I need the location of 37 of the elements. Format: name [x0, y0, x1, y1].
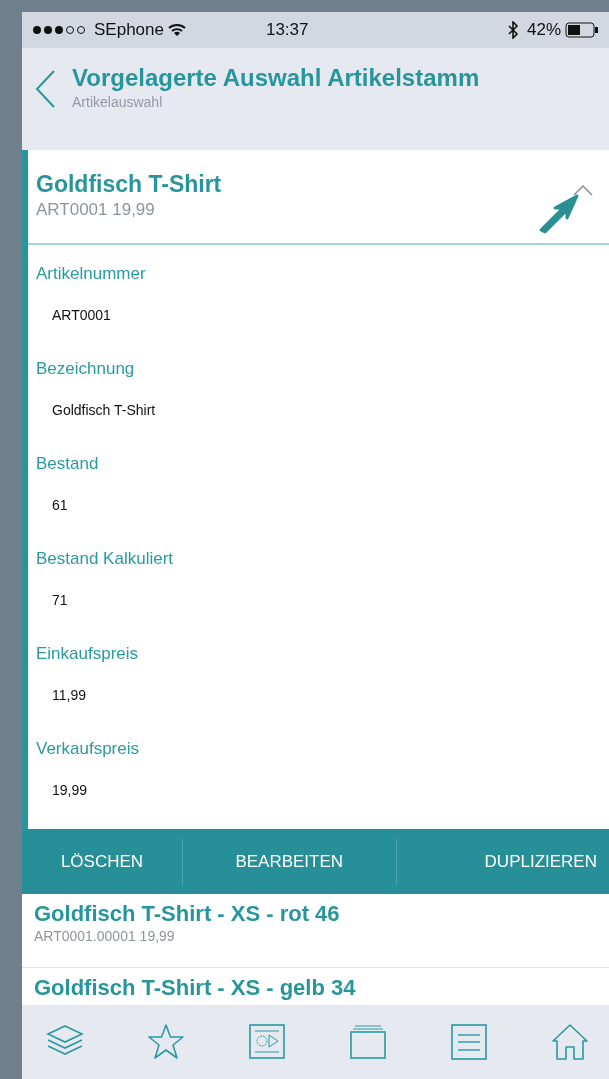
arrow-icon	[537, 192, 581, 236]
field-value: 11,99	[51, 686, 87, 705]
bluetooth-icon	[506, 21, 519, 39]
field-value: Goldfisch T-Shirt	[51, 401, 157, 420]
field-label: Verkaufspreis	[35, 738, 140, 760]
article-title: Goldfisch T-Shirt	[36, 172, 223, 198]
battery-percentage: 42%	[526, 19, 561, 42]
folder-icon[interactable]	[349, 1023, 387, 1061]
field-label: Bestand	[35, 453, 100, 475]
field-label: Bezeichnung	[35, 358, 136, 380]
field-value: 71	[51, 591, 69, 610]
variant-title: Goldfisch T-Shirt - XS - rot 46	[34, 902, 341, 927]
status-time: 13:37	[265, 19, 309, 42]
action-button[interactable]: BEARBEITEN	[183, 829, 396, 894]
list-icon[interactable]	[450, 1023, 488, 1061]
star-icon[interactable]	[147, 1023, 185, 1061]
chevron-icon[interactable]	[573, 184, 593, 196]
variant-item[interactable]: Goldfisch T-Shirt - XS - rot 46 ART0001.00001 19,99	[22, 894, 609, 968]
battery-icon	[565, 22, 599, 38]
action-button[interactable]: DUPLIZIEREN	[396, 829, 609, 894]
article-subtitle: ART0001 19,99	[36, 199, 156, 222]
field-value: 61	[51, 496, 69, 515]
media-icon[interactable]	[248, 1023, 286, 1061]
page-title: Vorgelagerte Auswahl Artikelstamm	[72, 65, 480, 92]
carrier-name: SEphone	[94, 19, 164, 42]
back-icon[interactable]	[34, 69, 56, 109]
field-value: ART0001	[51, 306, 112, 325]
home-icon[interactable]	[551, 1023, 589, 1061]
wifi-icon	[167, 23, 186, 37]
field-value: 19,99	[51, 781, 89, 800]
action-button[interactable]: LÖSCHEN	[22, 829, 182, 894]
page-subtitle: Artikelauswahl	[72, 92, 164, 112]
field-label: Einkaufspreis	[35, 643, 140, 665]
field-label: Bestand Kalkuliert	[35, 548, 175, 570]
variant-title: Goldfisch T-Shirt - XS - gelb 34	[34, 976, 357, 1001]
field-label: Artikelnummer	[35, 263, 147, 285]
variant-subtitle: ART0001.00001 19,99	[34, 927, 176, 947]
